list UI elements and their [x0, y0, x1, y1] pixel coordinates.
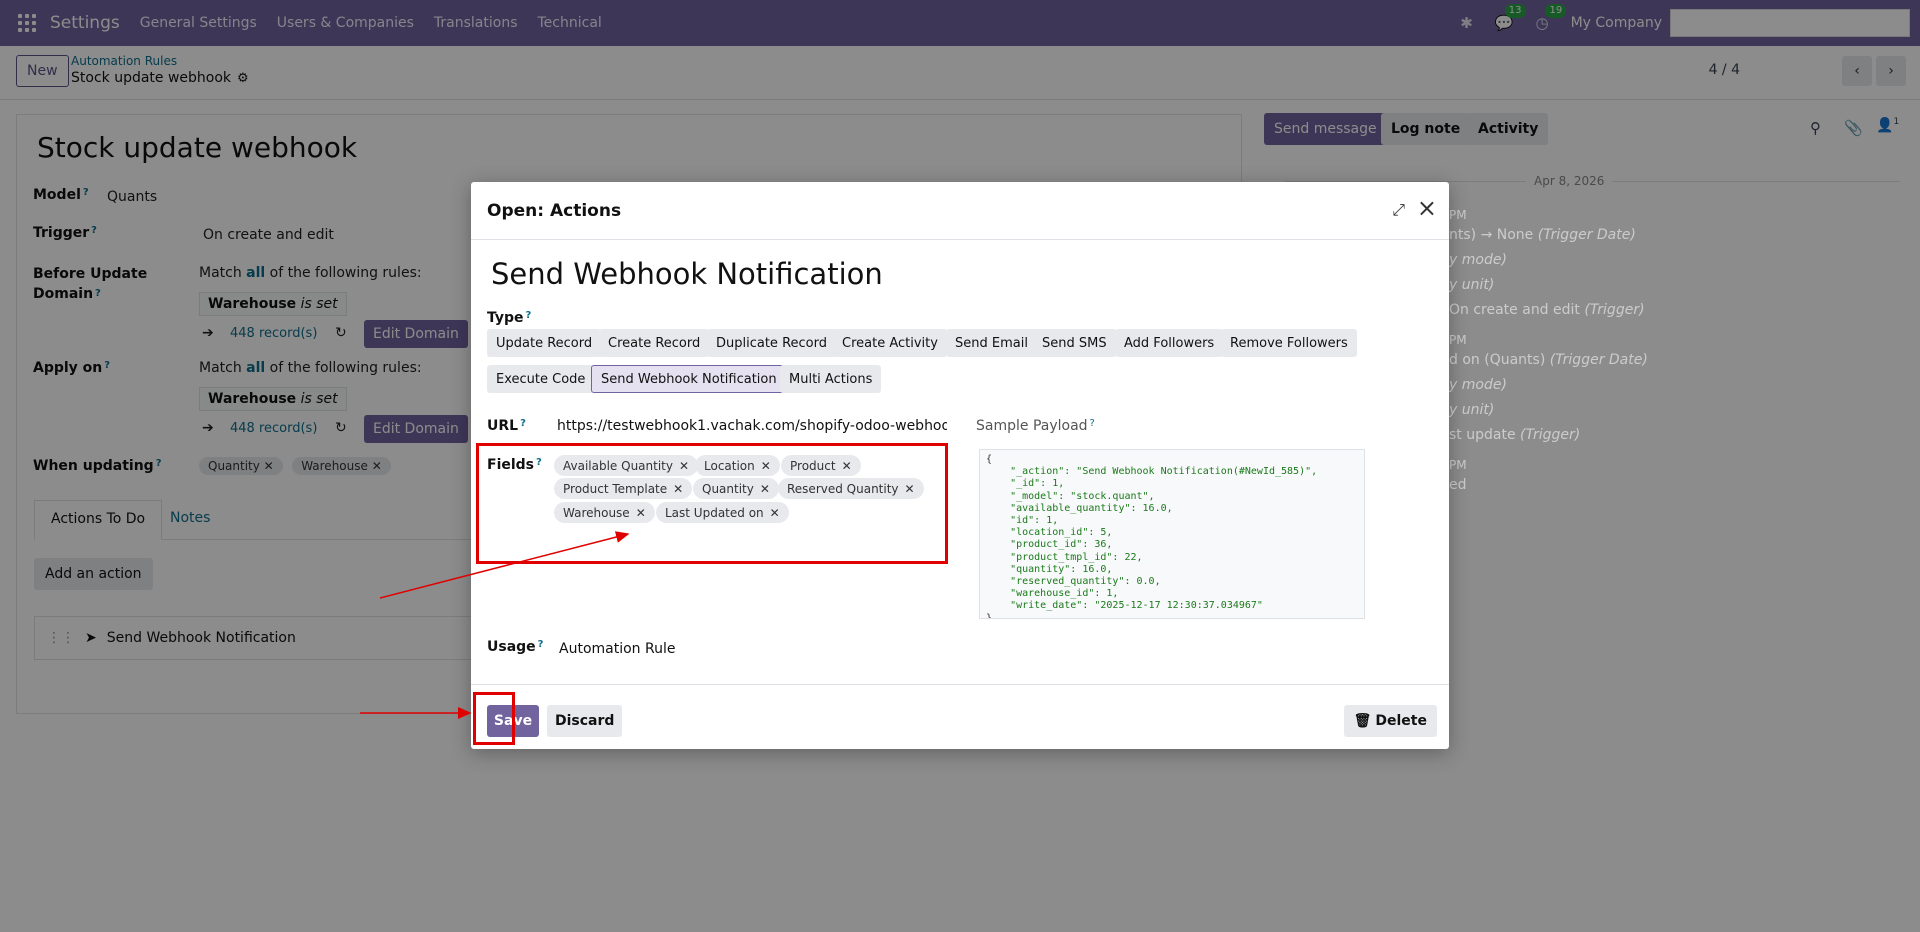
annotation-arrows: [360, 531, 630, 719]
arrow-to-fields: [379, 531, 630, 599]
